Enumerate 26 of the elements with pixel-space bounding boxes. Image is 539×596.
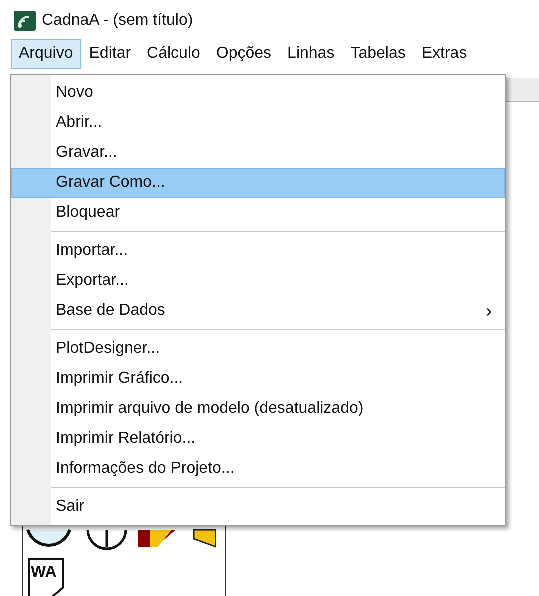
window-title: CadnaA - (sem título) [42,11,194,31]
menu-item[interactable]: Imprimir Relatório... [11,424,505,454]
menu-item[interactable]: Base de Dados › [11,296,505,326]
menu-bar-item[interactable]: Opções [208,39,280,69]
menu-item[interactable]: PlotDesigner... [11,334,505,364]
menu-bar-item[interactable]: Linhas [280,39,343,69]
menu-item[interactable]: Informações do Projeto... [11,454,505,484]
menu-item[interactable]: Novo [11,78,505,108]
toolbar [505,78,539,102]
menu-item[interactable]: Bloquear [11,198,505,228]
menu-item[interactable]: Imprimir Gráfico... [11,364,505,394]
menu-item[interactable]: Gravar Como... [11,168,505,198]
menu-item[interactable]: Importar... [11,236,505,266]
app-icon [14,11,36,31]
menu-bar-item[interactable]: Arquivo [11,39,82,69]
submenu-arrow: › [486,300,492,322]
menu-bar-item[interactable]: Editar [81,39,140,69]
menu-item[interactable]: Sair [11,492,505,522]
menu-item[interactable]: Abrir... [11,108,505,138]
menu-bar-item[interactable]: Tabelas [342,39,414,69]
menu-item[interactable]: Gravar... [11,138,505,168]
menu-item[interactable]: Exportar... [11,266,505,296]
menu-item[interactable]: Imprimir arquivo de modelo (desatualizado) [11,394,505,424]
menu-bar-item[interactable]: Cálculo [139,39,208,69]
tool-label: WA [31,565,57,581]
menu-bar-item[interactable]: Extras [414,39,476,69]
